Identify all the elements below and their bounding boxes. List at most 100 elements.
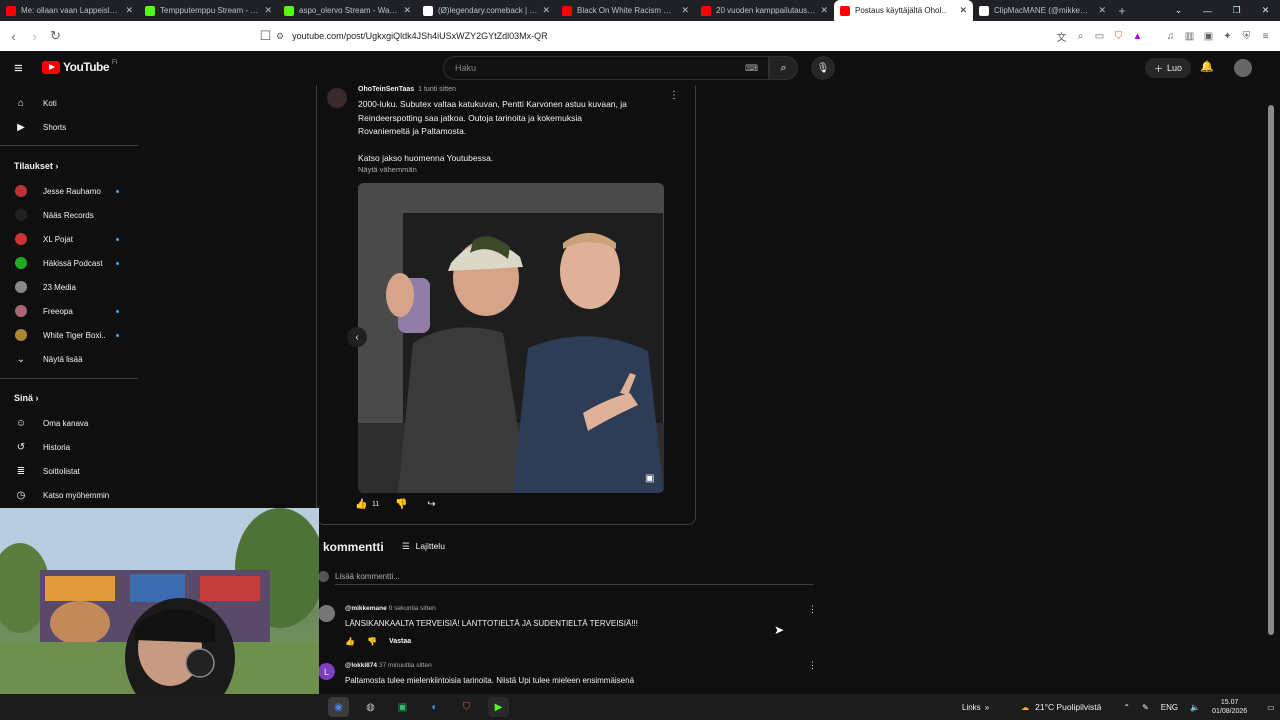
sidebar-icon[interactable]: ▥ [1183, 30, 1196, 43]
tab-search-icon[interactable]: ⌄ [1164, 5, 1193, 16]
youtube-logo[interactable]: YouTube FI [42, 60, 117, 74]
brave-rewards-icon[interactable]: ▲ [1131, 30, 1144, 43]
tab-close-icon[interactable]: ✕ [1098, 5, 1106, 16]
language-indicator[interactable]: ENG [1161, 703, 1178, 712]
scrollbar-thumb[interactable] [1268, 105, 1274, 635]
keyboard-icon[interactable]: ⌨ [745, 63, 758, 74]
share-button[interactable]: ↪ [427, 499, 441, 510]
comment-avatar[interactable] [318, 605, 335, 622]
tab-close-icon[interactable]: ✕ [681, 5, 689, 16]
browser-tab[interactable]: Me: ollaan vaan Lappeislaisia .. ✕ [0, 0, 139, 21]
minimize-button[interactable]: — [1193, 6, 1222, 16]
kick-icon[interactable]: ▶ [488, 697, 509, 717]
notification-center-icon[interactable]: ▭ [1267, 703, 1275, 712]
sidebar-subscription-item[interactable]: Häkissä Podcast [0, 253, 138, 273]
dislike-button[interactable]: 👎 [395, 499, 409, 510]
app-icon[interactable]: ◍ [360, 697, 381, 717]
sidebar-item-history[interactable]: ↺ Historia [0, 437, 138, 457]
comment-like-button[interactable]: 👍 [345, 637, 355, 646]
sidebar-subscription-item[interactable]: Nääs Records [0, 205, 138, 225]
comment-author[interactable]: @lokki874 37 minuuttia sitten [345, 662, 432, 669]
zoom-icon[interactable]: ⌕ [1074, 30, 1087, 43]
account-avatar[interactable] [1234, 59, 1252, 77]
comment-avatar[interactable]: L [318, 663, 335, 680]
you-heading[interactable]: Sinä › [14, 393, 39, 403]
translate-icon[interactable]: 文 [1055, 30, 1068, 44]
channel-avatar-image [15, 233, 27, 245]
comment-dislike-button[interactable]: 👎 [367, 637, 377, 646]
browser-tab[interactable]: Tempputemppu Stream - Wat.. ✕ [139, 0, 278, 21]
edge-icon[interactable]: ◐ [424, 697, 445, 717]
tab-close-icon[interactable]: ✕ [542, 5, 550, 16]
tray-chevron-icon[interactable]: ⌃ [1123, 703, 1130, 712]
forward-icon[interactable]: › [24, 29, 45, 44]
url-field[interactable]: ⚙ youtube.com/post/UgkxgiQldk4JSh4iUSxWZ… [276, 25, 996, 47]
browser-tab[interactable]: 20 vuoden kamppailutaustaa, I.. ✕ [695, 0, 834, 21]
voice-search-button[interactable]: 🎙 [811, 56, 835, 80]
comment-menu-icon[interactable]: ⋮ [808, 660, 817, 671]
notifications-bell-icon[interactable]: 🔔 [1200, 60, 1214, 73]
maximize-button[interactable]: ❐ [1222, 5, 1251, 16]
links-chevron-icon[interactable]: » [985, 703, 989, 712]
tab-close-icon[interactable]: ✕ [403, 5, 411, 16]
links-toolbar[interactable]: Links [962, 703, 981, 712]
browser-tab[interactable]: Black On White Racism Must.. ✕ [556, 0, 695, 21]
sidebar-subscription-item[interactable]: Jesse Rauhamo [0, 181, 138, 201]
post-image[interactable] [358, 183, 664, 493]
carousel-prev-button[interactable]: ‹ [347, 327, 367, 347]
sidebar-subscription-item[interactable]: 23 Media [0, 277, 138, 297]
tab-close-icon[interactable]: ✕ [125, 5, 133, 16]
sidebar-item-home[interactable]: ⌂ Koti [0, 93, 138, 113]
tab-close-icon[interactable]: ✕ [820, 5, 828, 16]
streaming-app-icon[interactable]: ▣ [392, 697, 413, 717]
bookmark-icon[interactable]: ☐ [255, 28, 276, 44]
browser-tab[interactable]: Postaus käyttäjältä OhoI.. ✕ [834, 0, 973, 21]
sidebar-item-shorts[interactable]: ▶ Shorts [0, 117, 138, 137]
sort-button[interactable]: ☰ Lajittelu [402, 541, 445, 552]
menu-icon[interactable]: ≡ [1259, 30, 1272, 43]
pen-icon[interactable]: ✎ [1142, 703, 1149, 712]
sidebar-subscription-item[interactable]: XL Pojat [0, 229, 138, 249]
sidebar-item-watch-later[interactable]: ◷ Katso myöhemmin [0, 485, 138, 505]
sidebar-item-your-channel[interactable]: ☺ Oma kanava [0, 413, 138, 433]
browser-tab[interactable]: ClipMacMANE (@mikkemane).. ✕ [973, 0, 1112, 21]
wallet-icon[interactable]: ▣ [1202, 30, 1215, 43]
create-button[interactable]: ＋ Luo [1145, 58, 1191, 78]
add-comment-input[interactable]: Lisää kommentti... [335, 572, 400, 581]
leo-icon[interactable]: ✦ [1221, 30, 1234, 43]
subscriptions-heading[interactable]: Tilaukset › [14, 161, 58, 171]
comment-author[interactable]: @mikkemane 0 sekuntia sitten [345, 605, 436, 612]
guide-menu-icon[interactable]: ≡ [14, 60, 23, 77]
vpn-icon[interactable]: ⛨ [1240, 30, 1253, 43]
reload-icon[interactable]: ↻ [45, 28, 66, 44]
post-author-avatar[interactable] [327, 88, 347, 108]
cast-icon[interactable]: ▭ [1093, 30, 1106, 43]
clock[interactable]: 15.07 01/08/2026 [1212, 698, 1247, 716]
like-button[interactable]: 👍 [355, 499, 369, 510]
site-info-icon[interactable]: ⚙ [276, 31, 284, 42]
media-icon[interactable]: ♫ [1164, 30, 1177, 43]
new-tab-button[interactable]: + [1112, 4, 1132, 18]
comment-reply-button[interactable]: Vastaa [389, 638, 411, 645]
browser-tab[interactable]: (Ø)legendary.comeback | #e.. ✕ [417, 0, 556, 21]
sidebar-item-playlists[interactable]: ≣ Soittolistat [0, 461, 138, 481]
sidebar-subscription-item[interactable]: Freeopa [0, 301, 138, 321]
show-less-link[interactable]: Näytä vähemmän [358, 165, 417, 174]
tab-close-icon[interactable]: ✕ [959, 5, 967, 16]
sidebar-subscription-item[interactable]: White Tiger Boxi.. [0, 325, 138, 345]
post-author[interactable]: OhoTeinSenTaas 1 tunti sitten [358, 86, 456, 93]
browser-tab[interactable]: aspo_olervo Stream - Watch L.. ✕ [278, 0, 417, 21]
show-more-button[interactable]: ⌄ Näytä lisää [0, 349, 138, 369]
back-icon[interactable]: ‹ [3, 29, 24, 44]
post-menu-icon[interactable]: ⋮ [669, 90, 679, 101]
close-window-button[interactable]: ✕ [1251, 5, 1280, 16]
brave-shield-icon[interactable]: ⛉ [1112, 30, 1125, 43]
chrome-icon[interactable]: ◉ [328, 697, 349, 717]
comment-menu-icon[interactable]: ⋮ [808, 604, 817, 615]
weather-text[interactable]: 21°C Puolipilvistä [1035, 702, 1101, 712]
brave-icon[interactable]: ⛉ [456, 697, 477, 717]
tab-close-icon[interactable]: ✕ [264, 5, 272, 16]
search-button[interactable]: ⌕ [769, 56, 798, 80]
volume-icon[interactable]: 🔈 [1190, 703, 1200, 712]
search-input[interactable]: Haku ⌨ [443, 56, 769, 80]
